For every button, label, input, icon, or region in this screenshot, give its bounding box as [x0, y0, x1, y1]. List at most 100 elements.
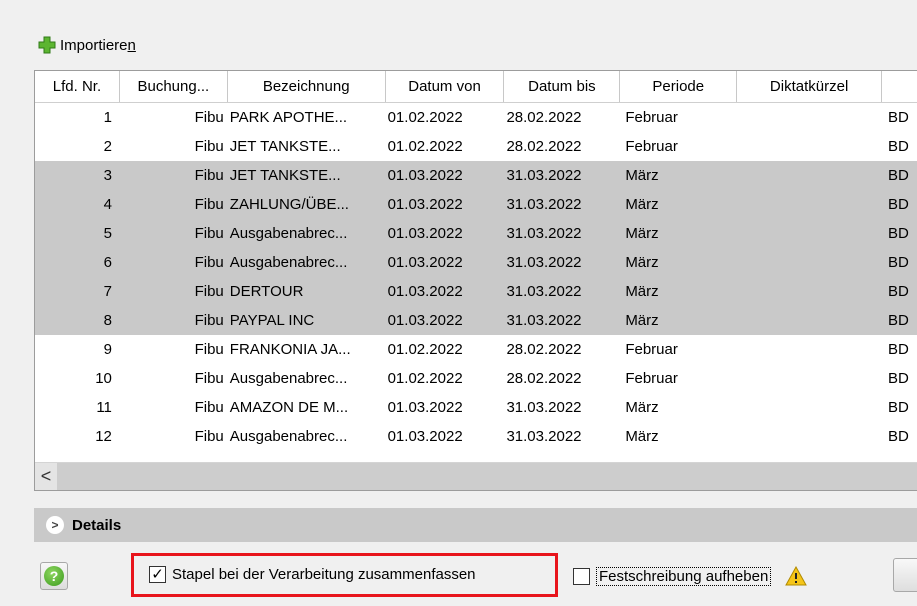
period-cell: März — [625, 399, 659, 416]
date-to-cell: 31.03.2022 — [506, 428, 582, 445]
checkbox-box[interactable] — [573, 567, 590, 585]
booking-type-cell: Fibu — [194, 167, 224, 184]
merge-batches-label: Stapel bei der Verarbeitung zusammenfass… — [172, 566, 476, 583]
column-header[interactable]: Lfd. Nr. — [35, 71, 120, 102]
booking-type-cell: Fibu — [194, 109, 224, 126]
table-row[interactable]: 12 Fibu Ausgabenabrec... 01.03.2022 31.03.20… — [35, 422, 917, 451]
column-header[interactable]: Buchung... — [120, 71, 228, 102]
booking-type-cell: Fibu — [194, 399, 224, 416]
date-from-cell: 01.02.2022 — [387, 138, 463, 155]
table-header: Lfd. Nr. Buchung... Bezeichnung Datum von Da… — [35, 71, 917, 103]
row-number-cell: 6 — [103, 254, 112, 271]
date-to-cell: 31.03.2022 — [506, 399, 582, 416]
date-from-cell: 01.03.2022 — [387, 254, 463, 271]
table-row[interactable]: 11 Fibu AMAZON DE M... 01.03.2022 31.03.2022… — [35, 393, 917, 422]
batch-table: Lfd. Nr. Buchung... Bezeichnung Datum von Da… — [34, 70, 917, 491]
table-row[interactable]: 4 Fibu ZAHLUNG/ÜBE... 01.03.2022 31.03.2022 M… — [35, 190, 917, 219]
booking-type-cell: Fibu — [194, 428, 224, 445]
extra-code-cell: BD — [888, 167, 909, 184]
period-cell: März — [625, 283, 659, 300]
column-header[interactable]: Diktatkürzel — [737, 71, 883, 102]
row-number-cell: 2 — [103, 138, 112, 155]
checkbox-box[interactable]: ✓ — [149, 566, 166, 583]
column-header[interactable]: Datum bis — [504, 71, 621, 102]
description-cell: PAYPAL INC — [229, 312, 315, 329]
table-row[interactable]: 1 Fibu PARK APOTHE... 01.02.2022 28.02.2022 F… — [35, 103, 917, 132]
description-cell: DERTOUR — [229, 283, 304, 300]
scroll-left-icon[interactable]: < — [35, 463, 57, 490]
horizontal-scrollbar[interactable]: < — [35, 462, 917, 490]
help-button[interactable]: ? — [40, 562, 68, 590]
table-row[interactable]: 10 Fibu Ausgabenabrec... 01.02.2022 28.02.20… — [35, 364, 917, 393]
warning-icon — [785, 566, 808, 586]
date-to-cell: 31.03.2022 — [506, 283, 582, 300]
description-cell: FRANKONIA JA... — [229, 341, 351, 358]
extra-code-cell: BD — [888, 312, 909, 329]
period-cell: März — [625, 225, 659, 242]
table-row[interactable]: 8 Fibu PAYPAL INC 01.03.2022 31.03.2022 März B… — [35, 306, 917, 335]
cancel-fixation-checkbox[interactable]: Festschreibung aufheben — [573, 566, 808, 586]
period-cell: Februar — [625, 370, 678, 387]
row-number-cell: 5 — [103, 225, 112, 242]
column-header[interactable]: Bezeichnung — [228, 71, 386, 102]
period-cell: März — [625, 312, 659, 329]
extra-code-cell: BD — [888, 283, 909, 300]
table-row[interactable]: 2 Fibu JET TANKSTE... 01.02.2022 28.02.2022 F… — [35, 132, 917, 161]
merge-batches-checkbox[interactable]: ✓ Stapel bei der Verarbeitung zusammenfa… — [149, 566, 476, 583]
details-expander[interactable]: > Details — [34, 508, 917, 542]
column-header[interactable] — [882, 71, 917, 102]
table-row[interactable]: 7 Fibu DERTOUR 01.03.2022 31.03.2022 März BD — [35, 277, 917, 306]
scrollbar-thumb[interactable] — [57, 463, 917, 490]
row-number-cell: 1 — [103, 109, 112, 126]
date-to-cell: 28.02.2022 — [506, 138, 582, 155]
action-button[interactable] — [893, 558, 917, 592]
booking-type-cell: Fibu — [194, 312, 224, 329]
period-cell: Februar — [625, 109, 678, 126]
row-number-cell: 4 — [103, 196, 112, 213]
row-number-cell: 7 — [103, 283, 112, 300]
date-from-cell: 01.03.2022 — [387, 167, 463, 184]
description-cell: ZAHLUNG/ÜBE... — [229, 196, 349, 213]
booking-type-cell: Fibu — [194, 370, 224, 387]
import-button[interactable]: Importieren — [38, 34, 136, 56]
date-from-cell: 01.03.2022 — [387, 283, 463, 300]
extra-code-cell: BD — [888, 225, 909, 242]
column-header[interactable]: Periode — [620, 71, 738, 102]
table-body: 1 Fibu PARK APOTHE... 01.02.2022 28.02.2022 F… — [35, 103, 917, 451]
date-from-cell: 01.03.2022 — [387, 225, 463, 242]
booking-type-cell: Fibu — [194, 225, 224, 242]
extra-code-cell: BD — [888, 254, 909, 271]
extra-code-cell: BD — [888, 399, 909, 416]
date-to-cell: 31.03.2022 — [506, 167, 582, 184]
description-cell: JET TANKSTE... — [229, 167, 341, 184]
extra-code-cell: BD — [888, 138, 909, 155]
date-from-cell: 01.03.2022 — [387, 428, 463, 445]
date-to-cell: 28.02.2022 — [506, 109, 582, 126]
row-number-cell: 8 — [103, 312, 112, 329]
booking-type-cell: Fibu — [194, 254, 224, 271]
booking-type-cell: Fibu — [194, 283, 224, 300]
period-cell: März — [625, 167, 659, 184]
description-cell: Ausgabenabrec... — [229, 225, 348, 242]
table-row[interactable]: 5 Fibu Ausgabenabrec... 01.03.2022 31.03.202… — [35, 219, 917, 248]
date-to-cell: 31.03.2022 — [506, 312, 582, 329]
table-row[interactable]: 9 Fibu FRANKONIA JA... 01.02.2022 28.02.2022… — [35, 335, 917, 364]
extra-code-cell: BD — [888, 370, 909, 387]
import-label: Importieren — [60, 36, 136, 54]
column-header[interactable]: Datum von — [386, 71, 505, 102]
period-cell: März — [625, 196, 659, 213]
extra-code-cell: BD — [888, 196, 909, 213]
date-from-cell: 01.02.2022 — [387, 341, 463, 358]
table-row[interactable]: 3 Fibu JET TANKSTE... 01.03.2022 31.03.2022 M… — [35, 161, 917, 190]
date-to-cell: 31.03.2022 — [506, 225, 582, 242]
row-number-cell: 9 — [103, 341, 112, 358]
booking-type-cell: Fibu — [194, 196, 224, 213]
description-cell: Ausgabenabrec... — [229, 370, 348, 387]
date-from-cell: 01.03.2022 — [387, 312, 463, 329]
date-from-cell: 01.02.2022 — [387, 370, 463, 387]
date-to-cell: 31.03.2022 — [506, 196, 582, 213]
table-row[interactable]: 6 Fibu Ausgabenabrec... 01.03.2022 31.03.202… — [35, 248, 917, 277]
help-icon: ? — [44, 566, 64, 586]
date-to-cell: 28.02.2022 — [506, 370, 582, 387]
period-cell: März — [625, 254, 659, 271]
